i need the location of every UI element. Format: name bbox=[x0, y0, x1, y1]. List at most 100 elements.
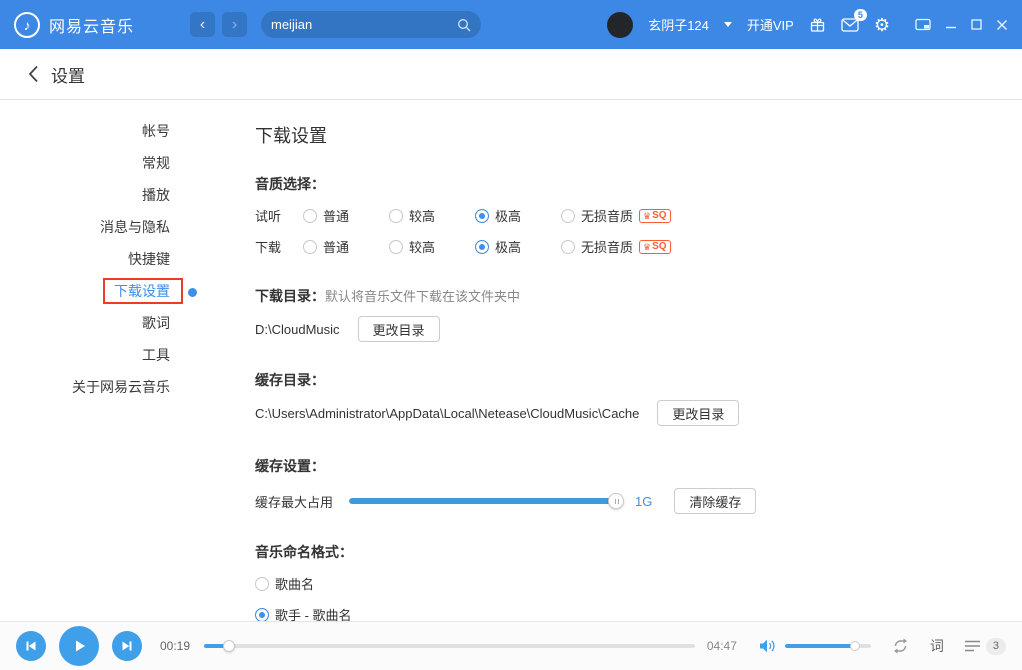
radio-icon bbox=[303, 209, 317, 223]
user-avatar[interactable] bbox=[607, 12, 633, 38]
radio-label: 较高 bbox=[409, 206, 435, 225]
cache-dir-label: 缓存目录： bbox=[255, 370, 1022, 390]
progress-bar[interactable] bbox=[204, 640, 695, 652]
back-button[interactable]: ‹ bbox=[190, 12, 215, 37]
app-title: 网易云音乐 bbox=[49, 13, 134, 37]
lyrics-icon[interactable]: 词 bbox=[930, 636, 944, 656]
radio-icon bbox=[389, 209, 403, 223]
mail-badge: 5 bbox=[854, 9, 867, 21]
page-back-icon[interactable] bbox=[28, 65, 39, 83]
cache-slider-handle[interactable] bbox=[608, 493, 624, 509]
quality-download-normal[interactable]: 普通 bbox=[303, 237, 365, 256]
maximize-icon[interactable] bbox=[971, 19, 982, 30]
current-time: 00:19 bbox=[160, 639, 190, 653]
app-window: ♪ 网易云音乐 ‹ › 玄阴子124 开通VIP bbox=[0, 0, 1022, 670]
sq-quality-badge: SQ bbox=[639, 240, 671, 254]
user-name[interactable]: 玄阴子124 bbox=[648, 15, 709, 34]
sidebar-item-shortcuts[interactable]: 快捷键 bbox=[0, 243, 210, 275]
mail-icon[interactable]: 5 bbox=[841, 17, 859, 32]
brand: ♪ 网易云音乐 bbox=[14, 12, 190, 38]
quality-download-extreme[interactable]: 极高 bbox=[475, 237, 537, 256]
radio-label: 较高 bbox=[409, 237, 435, 256]
download-dir-label: 下载目录： bbox=[255, 286, 325, 306]
sidebar-item-playback[interactable]: 播放 bbox=[0, 179, 210, 211]
repeat-mode-icon[interactable] bbox=[891, 638, 910, 654]
radio-label: 歌手 - 歌曲名 bbox=[275, 605, 352, 621]
user-menu-caret-icon[interactable] bbox=[724, 22, 732, 27]
volume-handle[interactable] bbox=[850, 641, 860, 651]
quality-listen-extreme[interactable]: 极高 bbox=[475, 206, 537, 225]
download-dir-header: 下载目录： 默认将音乐文件下载在该文件夹中 bbox=[255, 286, 1022, 306]
search-box[interactable] bbox=[261, 11, 481, 38]
forward-button[interactable]: › bbox=[222, 12, 247, 37]
change-cache-dir-button[interactable]: 更改目录 bbox=[657, 400, 739, 426]
playlist-icon bbox=[964, 639, 981, 653]
radio-label: 普通 bbox=[323, 237, 349, 256]
previous-button[interactable] bbox=[16, 631, 46, 661]
close-icon[interactable] bbox=[996, 19, 1008, 31]
radio-icon bbox=[475, 240, 489, 254]
naming-option-artist-song[interactable]: 歌手 - 歌曲名 bbox=[255, 605, 1022, 621]
quality-row-listen: 试听 普通 较高 极高 无损音质 SQ bbox=[255, 206, 1022, 225]
next-icon bbox=[121, 640, 133, 652]
download-dir-row: D:\CloudMusic 更改目录 bbox=[255, 316, 1022, 342]
settings-sidebar: 帐号 常规 播放 消息与隐私 快捷键 下载设置 歌词 工具 关于网易云音乐 bbox=[0, 100, 210, 621]
mini-mode-icon[interactable] bbox=[915, 18, 931, 31]
page-header: 设置 bbox=[0, 49, 1022, 100]
clear-cache-button[interactable]: 清除缓存 bbox=[674, 488, 756, 514]
sidebar-item-privacy[interactable]: 消息与隐私 bbox=[0, 211, 210, 243]
quality-row-download: 下载 普通 较高 极高 无损音质 SQ bbox=[255, 237, 1022, 256]
quality-listen-normal[interactable]: 普通 bbox=[303, 206, 365, 225]
sidebar-active-dot bbox=[188, 288, 197, 297]
quality-listen-higher[interactable]: 较高 bbox=[389, 206, 451, 225]
download-dir-path: D:\CloudMusic bbox=[255, 322, 340, 337]
gift-icon[interactable] bbox=[809, 17, 826, 33]
quality-download-lossless[interactable]: 无损音质 SQ bbox=[561, 237, 671, 256]
quality-row-label: 下载 bbox=[255, 237, 303, 256]
search-icon[interactable] bbox=[457, 18, 471, 32]
cache-slider-track[interactable] bbox=[349, 498, 621, 504]
progress-track[interactable] bbox=[204, 644, 695, 648]
sidebar-item-general[interactable]: 常规 bbox=[0, 147, 210, 179]
volume-slider[interactable] bbox=[785, 641, 871, 651]
titlebar: ♪ 网易云音乐 ‹ › 玄阴子124 开通VIP bbox=[0, 0, 1022, 49]
page-title: 设置 bbox=[51, 62, 85, 87]
next-button[interactable] bbox=[112, 631, 142, 661]
sidebar-item-tools[interactable]: 工具 bbox=[0, 339, 210, 371]
cache-size-slider[interactable] bbox=[349, 493, 621, 509]
quality-label: 音质选择： bbox=[255, 174, 1022, 194]
play-button[interactable] bbox=[59, 626, 99, 666]
change-download-dir-button[interactable]: 更改目录 bbox=[358, 316, 440, 342]
settings-gear-icon[interactable]: ⚙ bbox=[874, 16, 890, 34]
total-time: 04:47 bbox=[707, 639, 737, 653]
settings-main: 下载设置 音质选择： 试听 普通 较高 极高 无 bbox=[210, 100, 1022, 621]
radio-icon bbox=[303, 240, 317, 254]
search-input[interactable] bbox=[271, 17, 457, 32]
history-nav: ‹ › bbox=[190, 12, 247, 37]
playlist-button[interactable]: 3 bbox=[964, 638, 1006, 655]
vip-link[interactable]: 开通VIP bbox=[747, 15, 794, 34]
radio-icon bbox=[475, 209, 489, 223]
sidebar-item-lyrics[interactable]: 歌词 bbox=[0, 307, 210, 339]
cache-slider-label: 缓存最大占用 bbox=[255, 492, 333, 511]
app-logo-icon[interactable]: ♪ bbox=[14, 12, 40, 38]
naming-option-song[interactable]: 歌曲名 bbox=[255, 574, 1022, 593]
sidebar-item-download-settings[interactable]: 下载设置 bbox=[0, 275, 210, 307]
sidebar-item-account[interactable]: 帐号 bbox=[0, 115, 210, 147]
radio-label: 极高 bbox=[495, 206, 521, 225]
playlist-count: 3 bbox=[986, 638, 1006, 655]
cache-dir-path: C:\Users\Administrator\AppData\Local\Net… bbox=[255, 406, 639, 421]
progress-handle[interactable] bbox=[223, 640, 235, 652]
cache-size-value: 1G bbox=[635, 494, 652, 509]
sidebar-item-about[interactable]: 关于网易云音乐 bbox=[0, 371, 210, 403]
download-dir-hint: 默认将音乐文件下载在该文件夹中 bbox=[325, 286, 520, 305]
player-bar: 00:19 04:47 词 bbox=[0, 621, 1022, 670]
quality-listen-lossless[interactable]: 无损音质 SQ bbox=[561, 206, 671, 225]
radio-label: 普通 bbox=[323, 206, 349, 225]
volume-icon[interactable] bbox=[759, 639, 777, 653]
radio-icon bbox=[561, 240, 575, 254]
minimize-icon[interactable] bbox=[945, 19, 957, 31]
section-title: 下载设置 bbox=[255, 122, 1022, 148]
cache-dir-row: C:\Users\Administrator\AppData\Local\Net… bbox=[255, 400, 1022, 426]
quality-download-higher[interactable]: 较高 bbox=[389, 237, 451, 256]
